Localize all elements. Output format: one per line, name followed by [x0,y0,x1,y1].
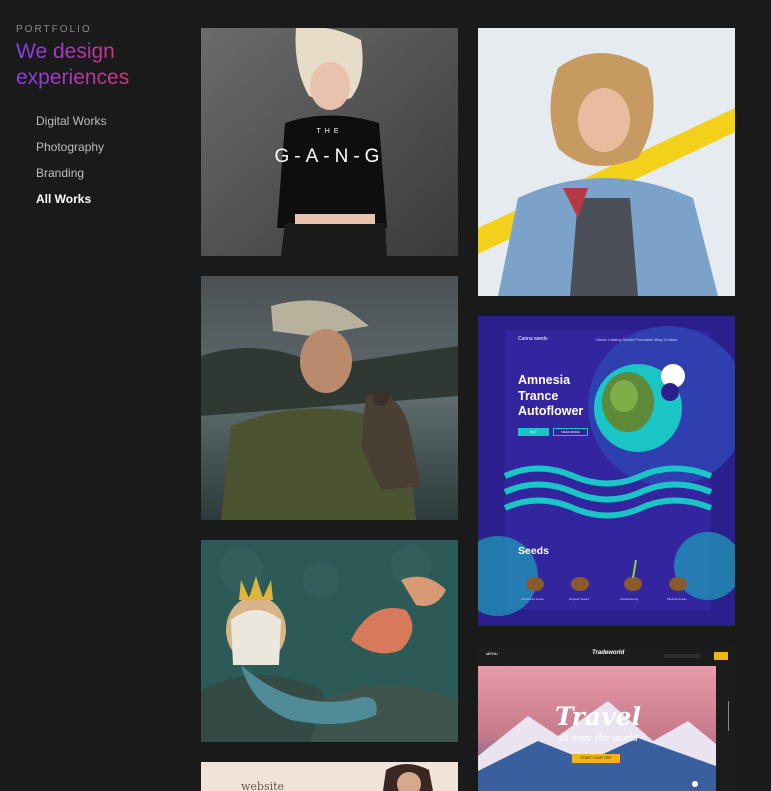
travel-subtitle: all over the world [557,734,639,744]
portfolio-page: PORTFOLIO We design experiences Digital … [0,0,771,791]
the-gang-photo [201,28,458,256]
seed-label-autoflowering: Autoflowering [620,597,639,601]
amnesia-site-nav: Home Catalog Seeds Promotion Blog Contac… [596,337,678,342]
portfolio-eyebrow: PORTFOLIO [16,24,92,35]
travel-start-button: START YOUR TRIP [572,754,620,763]
nav-item-digital-works[interactable]: Digital Works [36,113,186,139]
amnesia-read-more-button: READ MORE [553,428,588,436]
falconer-photo [201,276,458,520]
headline-line-1: We design [16,40,115,63]
portfolio-tile-travel-website[interactable]: MENU Tradeworld Travel all over the worl… [478,646,735,791]
sidebar: PORTFOLIO We design experiences Digital … [16,24,186,217]
gang-the-text: THE [316,128,343,135]
portfolio-tile-website-portrait[interactable]: website [201,762,458,791]
portfolio-tile-amnesia-website[interactable]: Canna seeds Home Catalog Seeds Promotion… [478,316,735,626]
mermaid-illustration [201,540,458,742]
amnesia-website-mockup [478,316,735,626]
amnesia-title-line-2: Trance [518,388,559,403]
nav-item-all-works[interactable]: All Works [36,191,186,217]
website-portrait-photo [201,762,458,791]
category-nav: Digital Works Photography Branding All W… [36,113,186,217]
amnesia-buy-button: BUY [518,428,549,436]
amnesia-title: Amnesia Trance Autoflower [518,373,583,420]
gang-title-text: G-A-N-G [274,146,385,167]
seed-label-regular: Regular Seeds [569,597,589,601]
portfolio-tile-falconer[interactable] [201,276,458,520]
denim-portrait-photo [478,28,735,296]
nav-item-branding[interactable]: Branding [36,165,186,191]
website-word: website [241,780,285,791]
page-headline: We design experiences [16,39,186,91]
amnesia-title-line-3: Autoflower [518,404,584,418]
seed-label-medical: Medical Seeds [667,597,687,601]
portfolio-tile-the-gang[interactable]: THE G-A-N-G [201,28,458,256]
portfolio-tile-denim-portrait[interactable] [478,28,735,296]
nav-item-photography[interactable]: Photography [36,139,186,165]
headline-line-2: experiences [16,66,130,89]
amnesia-seeds-heading: Seeds [518,545,549,557]
seed-label-feminized: Feminized seeds [521,597,544,601]
amnesia-title-line-1: Amnesia [518,373,571,387]
travel-menu-label: MENU [486,651,498,656]
amnesia-site-logo: Canna seeds [518,336,548,342]
portfolio-tile-mermaid-illustration[interactable] [201,540,458,742]
travel-brand: Tradeworld [592,650,625,656]
travel-title: Travel [554,702,642,731]
